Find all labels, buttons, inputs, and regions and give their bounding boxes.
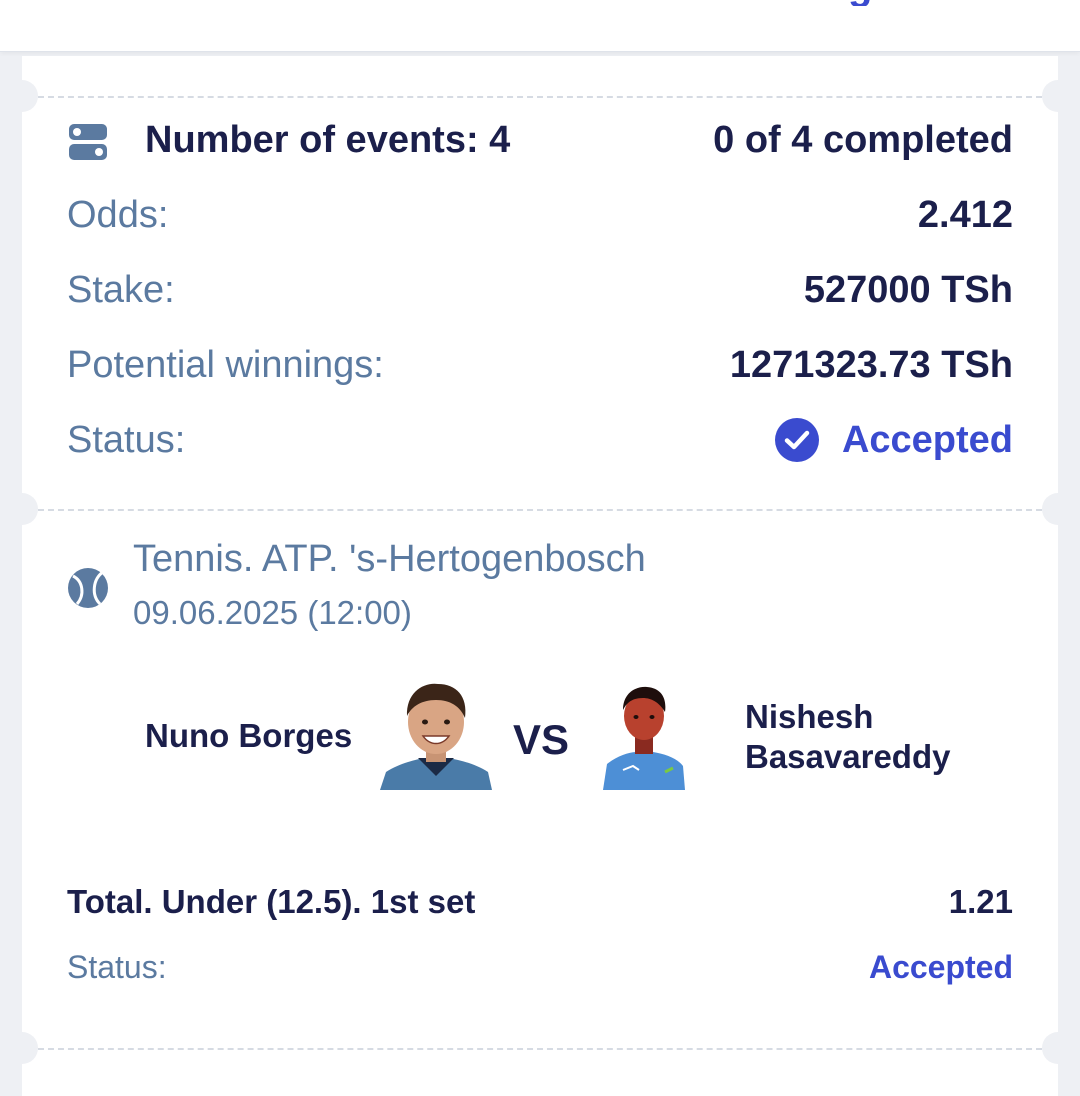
- event-league: Tennis. ATP. 's-Hertogenbosch: [133, 538, 646, 580]
- selection-status-label: Status:: [67, 948, 167, 985]
- ticket-notch-right-mid: [1042, 493, 1074, 525]
- odds-row: Odds: 2.412: [67, 191, 1013, 239]
- ticket-notch-right-top: [1042, 80, 1074, 112]
- potential-winnings-label: Potential winnings:: [67, 343, 384, 386]
- selection-status-row: Status: Accepted: [67, 946, 1013, 988]
- ticket-status-row: Status: Accepted: [67, 416, 1013, 464]
- selection-status-value: Accepted: [868, 948, 1013, 985]
- check-circle-icon: [774, 418, 819, 462]
- ticket-notch-right-bottom: [1042, 1032, 1074, 1064]
- events-count-label: Number of events: 4: [145, 118, 511, 161]
- header-cut-glyph: g: [848, 0, 872, 6]
- top-header: g: [0, 0, 1080, 52]
- versus-label: VS: [513, 716, 570, 763]
- ticket-separator-mid: [38, 509, 1042, 511]
- home-player-avatar: [380, 683, 492, 790]
- away-player-avatar: [603, 686, 685, 790]
- ticket-status-value: Accepted: [841, 418, 1013, 461]
- tennis-ball-icon: [68, 568, 108, 608]
- market-row: Total. Under (12.5). 1st set 1.21: [67, 880, 1013, 924]
- odds-value: 2.412: [917, 193, 1013, 236]
- stake-row: Stake: 527000 TSh: [67, 266, 1013, 314]
- home-player-name: Nuno Borges: [145, 717, 353, 754]
- ticket-status-label: Status:: [67, 418, 186, 461]
- ticket-separator-top: [38, 96, 1042, 98]
- event-date: 09.06.2025 (12:00): [133, 594, 412, 631]
- events-count-row: Number of events: 4 0 of 4 completed: [67, 116, 1013, 164]
- away-player-last-name: Basavareddy: [745, 738, 951, 775]
- away-player-name: Nishesh Basavareddy: [745, 697, 950, 777]
- ticket-status: Accepted: [774, 417, 1013, 463]
- completed-count: 0 of 4 completed: [713, 118, 1013, 161]
- ticket-notch-left-top: [6, 80, 38, 112]
- potential-winnings-value: 1271323.73 TSh: [729, 343, 1013, 386]
- odds-label: Odds:: [67, 193, 169, 236]
- away-player-first-name: Nishesh: [745, 698, 874, 735]
- ticket-separator-bottom: [38, 1048, 1042, 1050]
- market-name: Total. Under (12.5). 1st set: [67, 883, 476, 920]
- potential-winnings-row: Potential winnings: 1271323.73 TSh: [67, 341, 1013, 389]
- header-cut-text: g: [848, 0, 882, 6]
- stake-value: 527000 TSh: [803, 268, 1013, 311]
- ticket-notch-left-mid: [6, 493, 38, 525]
- stake-label: Stake:: [67, 268, 175, 311]
- market-odds: 1.21: [948, 883, 1013, 920]
- ticket-notch-left-bottom: [6, 1032, 38, 1064]
